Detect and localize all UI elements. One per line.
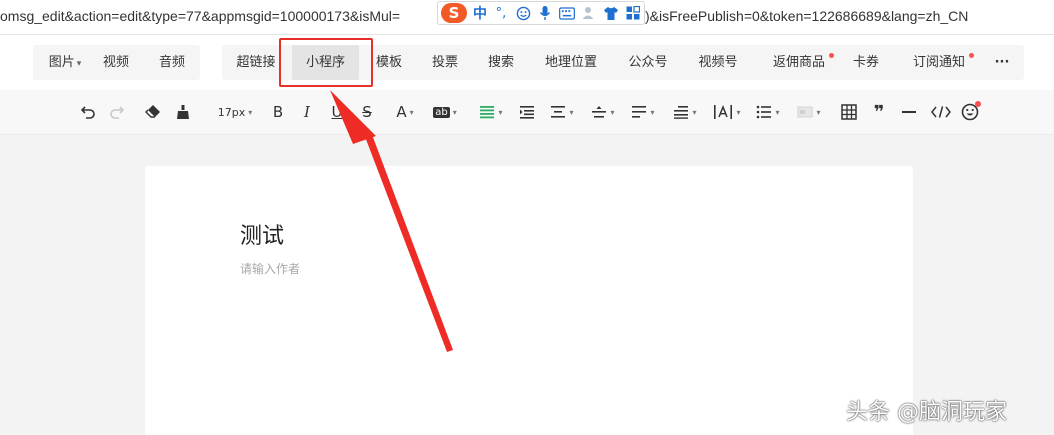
emoji-icon-wrap (961, 101, 981, 121)
clear-format-icon[interactable] (143, 101, 163, 123)
address-bar[interactable]: omsg_edit&action=edit&type=77&appmsgid=1… (0, 0, 1054, 35)
menu-item-vote[interactable]: 投票 (426, 45, 464, 80)
menu-item-image-label: 图片 (48, 55, 75, 70)
menu-item-audio[interactable]: 音频 (152, 45, 192, 80)
first-line-indent-select[interactable]: ▾ (671, 101, 699, 123)
menu-item-commission-goods-label: 返佣商品 (772, 55, 825, 70)
chevron-down-icon: ▾ (498, 107, 503, 117)
menu-item-coupon[interactable]: 卡券 (848, 45, 884, 80)
chevron-down-icon: ▾ (452, 107, 457, 117)
menu-item-video[interactable]: 视频 (96, 45, 136, 80)
notification-dot (969, 53, 974, 58)
bullet-list-select[interactable]: ▾ (754, 101, 782, 123)
font-color-select[interactable]: A ▾ (389, 101, 421, 123)
insert-menu-bar: 图片 ▾ 视频 音频 超链接 小程序 模板 投票 搜索 地理位置 公众号 视频号 … (0, 35, 1054, 90)
chevron-down-icon: ▾ (692, 107, 697, 117)
grid-icon[interactable] (625, 5, 641, 21)
chevron-down-icon: ▾ (248, 107, 253, 117)
watermark-text: 头条 @脑洞玩家 (846, 400, 1007, 425)
menu-item-subscription-notice-label: 订阅通知 (912, 55, 965, 70)
menu-item-image[interactable]: 图片 ▾ (40, 45, 90, 80)
menu-item-commission-goods[interactable]: 返佣商品 (764, 45, 834, 80)
paragraph-spacing-select[interactable]: ▾ (548, 101, 576, 123)
line-height-select[interactable]: ▾ (629, 101, 657, 123)
font-size-value: 17px (217, 105, 246, 119)
menu-item-search[interactable]: 搜索 (482, 45, 520, 80)
menu-item-template[interactable]: 模板 (370, 45, 408, 80)
bold-button[interactable]: B (270, 101, 286, 123)
divider-line-icon[interactable] (900, 101, 918, 123)
font-color-label: A (396, 103, 407, 121)
more-icon[interactable]: ··· (988, 45, 1016, 80)
quote-icon[interactable]: ❞ (870, 101, 888, 123)
italic-button[interactable]: I (299, 101, 315, 123)
align-left-select[interactable]: ▾ (477, 101, 505, 123)
user-settings-icon[interactable] (581, 5, 597, 21)
table-icon[interactable] (840, 101, 858, 123)
background-color-label: ab (433, 106, 450, 118)
format-painter-icon[interactable] (173, 101, 193, 123)
underline-button[interactable]: U (329, 101, 345, 123)
chevron-down-icon: ▾ (736, 107, 741, 117)
menu-item-mini-program[interactable]: 小程序 (292, 45, 359, 80)
chevron-down-icon: ▾ (816, 107, 821, 117)
chevron-down-icon: ▾ (569, 107, 574, 117)
notification-dot (829, 53, 834, 58)
chevron-down-icon: ▾ (650, 107, 655, 117)
letter-spacing-select[interactable]: ▾ (711, 101, 743, 123)
image-layout-select[interactable]: ▾ (795, 101, 823, 123)
article-editor[interactable]: 测试 请输入作者 (145, 166, 913, 435)
keyboard-icon[interactable] (559, 5, 575, 21)
redo-icon[interactable] (108, 101, 126, 123)
smiley-icon[interactable] (515, 5, 531, 21)
url-text-right: )&isFreePublish=0&token=122686689&lang=z… (645, 8, 969, 24)
ime-punctuation-toggle[interactable]: °, (493, 5, 509, 21)
shirt-icon[interactable] (603, 5, 619, 21)
strikethrough-button[interactable]: S (359, 101, 375, 123)
author-input[interactable]: 请输入作者 (240, 260, 300, 277)
background-color-select[interactable]: ab ▾ (430, 101, 460, 123)
menu-item-subscription-notice[interactable]: 订阅通知 (902, 45, 976, 80)
format-toolbar: 17px ▾ B I U S A ▾ ab ▾ ▾ ▾ ▾ ▾ ▾ ▾ ▾ ▾ ❞ (0, 90, 1054, 135)
font-size-select[interactable]: 17px ▾ (212, 101, 258, 123)
chevron-down-icon: ▾ (409, 107, 414, 117)
ime-toolbar: S 中 °, (437, 1, 645, 25)
code-icon[interactable] (930, 101, 952, 123)
ime-language-toggle[interactable]: 中 (473, 3, 487, 23)
menu-item-channels[interactable]: 视频号 (692, 45, 744, 80)
menu-item-location[interactable]: 地理位置 (538, 45, 604, 80)
url-text-left: omsg_edit&action=edit&type=77&appmsgid=1… (0, 8, 401, 24)
menu-item-official-account[interactable]: 公众号 (622, 45, 674, 80)
emoji-icon[interactable] (960, 101, 981, 123)
chevron-down-icon: ▾ (76, 59, 82, 69)
menu-item-hyperlink[interactable]: 超链接 (228, 45, 284, 80)
microphone-icon[interactable] (537, 5, 553, 21)
chevron-down-icon: ▾ (775, 107, 780, 117)
undo-icon[interactable] (79, 101, 97, 123)
article-title[interactable]: 测试 (240, 218, 284, 250)
sogou-logo-icon[interactable]: S (441, 3, 467, 23)
chevron-down-icon: ▾ (610, 107, 615, 117)
notification-dot (975, 101, 981, 107)
indent-icon[interactable] (518, 101, 536, 123)
vertical-align-select[interactable]: ▾ (589, 101, 617, 123)
